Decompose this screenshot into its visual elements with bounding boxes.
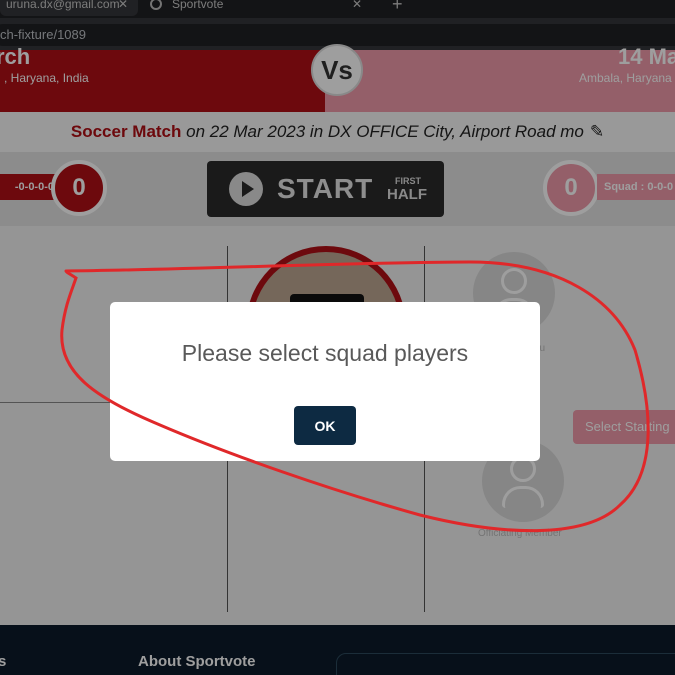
ok-button[interactable]: OK [294, 406, 356, 445]
screen: uruna.dx@gmail.com ✕ Sportvote ✕ + ch-fi… [0, 0, 675, 675]
alert-dialog: Please select squad players OK [110, 302, 540, 461]
dialog-message: Please select squad players [181, 340, 469, 366]
